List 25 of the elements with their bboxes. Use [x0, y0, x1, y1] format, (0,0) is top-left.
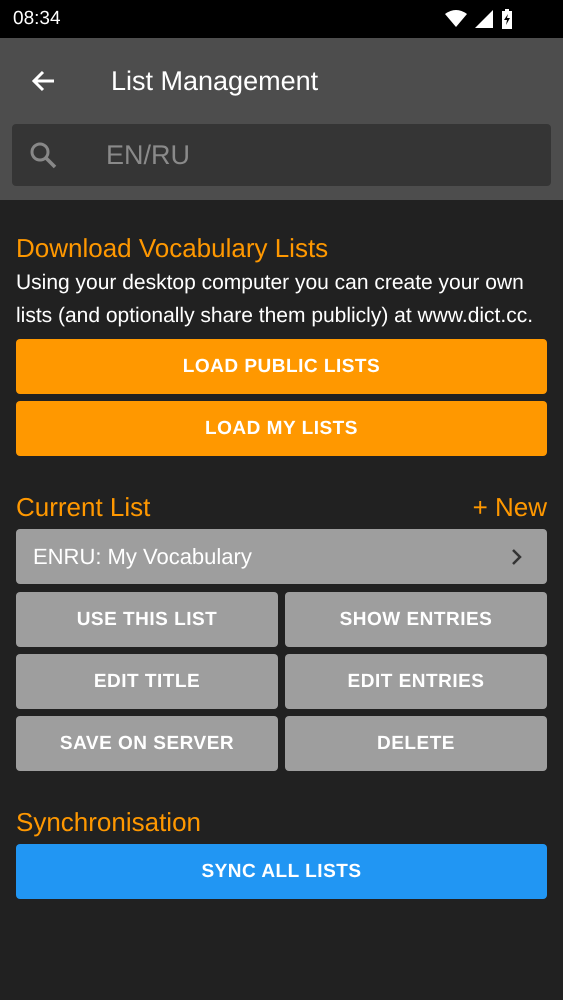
screen-title: List Management [111, 66, 318, 96]
section-heading: Download Vocabulary Lists [16, 232, 330, 264]
list-action-button[interactable]: EDIT TITLE [16, 654, 278, 709]
back-arrow-icon[interactable] [30, 69, 56, 93]
load-lists-button[interactable]: LOAD MY LISTS [16, 401, 547, 456]
list-selector[interactable]: ENRU: My Vocabulary [16, 529, 547, 584]
list-action-button[interactable]: SAVE ON SERVER [16, 716, 278, 771]
load-lists-button[interactable]: LOAD PUBLIC LISTS [16, 339, 547, 394]
status-time: 08:34 [13, 8, 61, 30]
list-action-button[interactable]: EDIT ENTRIES [285, 654, 547, 709]
section-heading: Current List [16, 491, 150, 523]
chevron-right-icon [511, 548, 523, 566]
signal-icon [475, 10, 493, 28]
selected-list-name: ENRU: My Vocabulary [33, 544, 252, 570]
new-list-link[interactable]: + New [472, 491, 547, 523]
list-action-button[interactable]: USE THIS LIST [16, 592, 278, 647]
search-field[interactable]: EN/RU [12, 124, 551, 186]
list-action-button[interactable]: DELETE [285, 716, 547, 771]
section-heading: Synchronisation [16, 806, 202, 838]
sync-button[interactable]: SYNC ALL LISTS [16, 844, 547, 899]
list-action-button[interactable]: SHOW ENTRIES [285, 592, 547, 647]
battery-icon [501, 9, 513, 29]
wifi-icon [445, 10, 467, 28]
description-text: Using your desktop computer you can create your own lists (and optionally share them publicly) at www.dict.cc. [16, 270, 534, 329]
search-icon [29, 141, 57, 169]
